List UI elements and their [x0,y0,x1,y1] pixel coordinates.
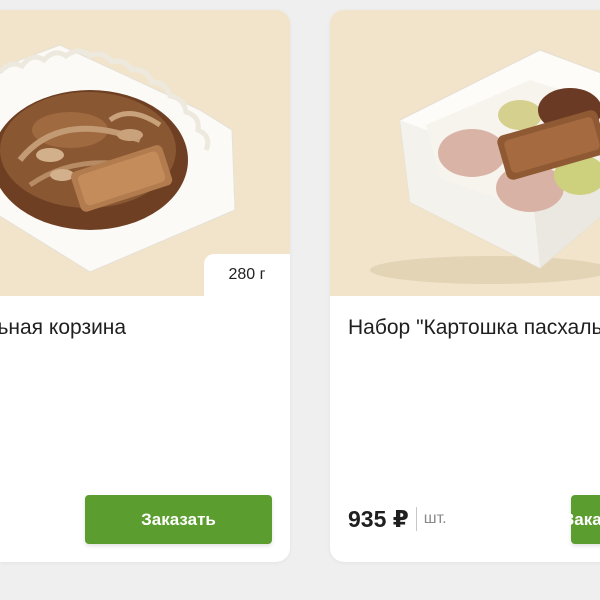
product-image[interactable]: 280 г [0,10,290,296]
price: 935 ₽ [348,505,409,532]
product-image[interactable] [330,10,600,296]
product-card[interactable]: Набор "Картошка пасхальная" 935 ₽ шт. За… [330,10,600,562]
product-title[interactable]: Пасхальная корзина [0,316,126,340]
price-row: 935 ₽ шт. [348,504,447,534]
unit-label: шт. [423,510,447,527]
product-title[interactable]: Набор "Картошка пасхальная" [348,316,600,340]
price-divider [415,507,417,531]
order-button[interactable]: Заказать [564,495,600,544]
product-card[interactable]: 280 г Пасхальная корзина Заказать [0,10,290,562]
weight-badge: 280 г [204,254,290,296]
order-button[interactable]: Заказать [85,495,272,544]
easter-potato-set-image [330,10,600,296]
